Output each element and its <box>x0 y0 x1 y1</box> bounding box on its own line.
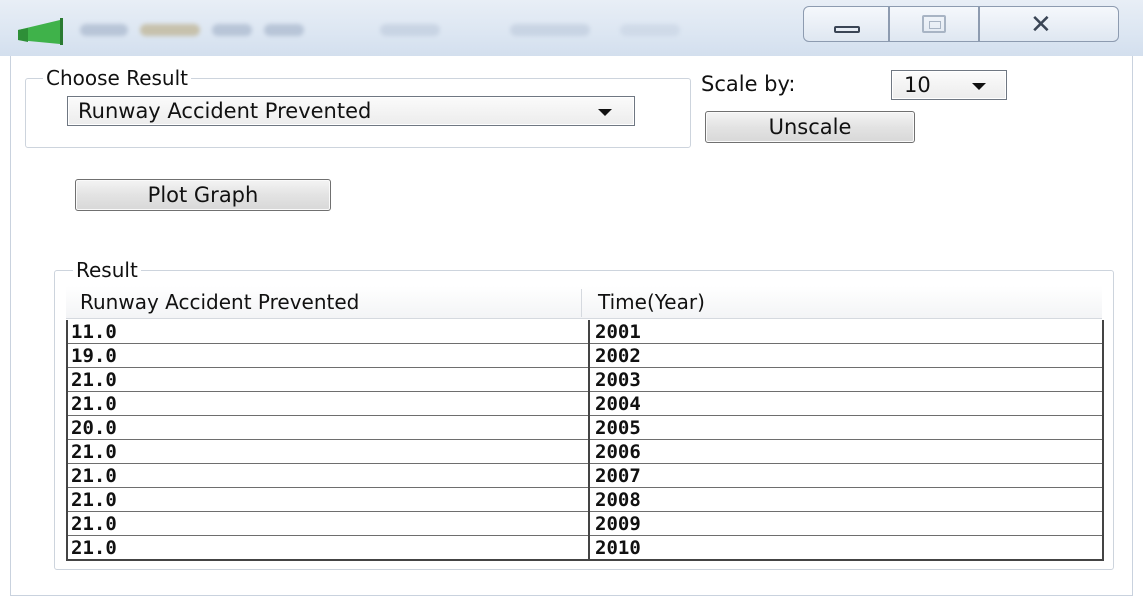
plot-graph-button[interactable]: Plot Graph <box>75 179 331 211</box>
cell-year: 2004 <box>595 393 641 415</box>
cell-accidents: 21.0 <box>71 393 117 415</box>
maximize-icon <box>922 15 946 33</box>
table-row[interactable]: 21.0 2003 <box>68 368 1102 392</box>
table-row[interactable]: 21.0 2008 <box>68 488 1102 512</box>
close-button[interactable]: ✕ <box>979 6 1119 42</box>
result-select-value: Runway Accident Prevented <box>78 99 372 123</box>
cell-year: 2003 <box>595 369 641 391</box>
table-row[interactable]: 21.0 2010 <box>68 536 1102 560</box>
cell-year: 2009 <box>595 513 641 535</box>
table-row[interactable]: 11.0 2001 <box>68 320 1102 344</box>
column-header-time[interactable]: Time(Year) <box>584 286 705 319</box>
cell-year: 2008 <box>595 489 641 511</box>
scale-select-value: 10 <box>904 73 931 97</box>
chevron-down-icon <box>598 109 612 116</box>
title-bar[interactable]: ✕ <box>0 0 1143 56</box>
table-row[interactable]: 21.0 2006 <box>68 440 1102 464</box>
cell-accidents: 20.0 <box>71 417 117 439</box>
table-row[interactable]: 21.0 2009 <box>68 512 1102 536</box>
cell-year: 2006 <box>595 441 641 463</box>
unscale-button[interactable]: Unscale <box>705 111 915 143</box>
minimize-icon <box>834 26 860 33</box>
green-flag-icon <box>18 18 63 45</box>
result-title: Result <box>73 258 141 282</box>
client-area: Choose Result Runway Accident Prevented … <box>10 56 1133 596</box>
cell-accidents: 21.0 <box>71 537 117 559</box>
cell-accidents: 21.0 <box>71 465 117 487</box>
table-header: Runway Accident Prevented Time(Year) <box>66 286 1102 319</box>
chevron-down-icon <box>972 83 986 90</box>
scale-select[interactable]: 10 <box>891 70 1007 100</box>
column-divider-line <box>588 320 590 561</box>
window-title-blurred <box>80 20 700 40</box>
scale-by-label: Scale by: <box>701 72 796 96</box>
cell-accidents: 21.0 <box>71 369 117 391</box>
cell-year: 2005 <box>595 417 641 439</box>
cell-year: 2001 <box>595 321 641 343</box>
cell-accidents: 19.0 <box>71 345 117 367</box>
column-header-accidents[interactable]: Runway Accident Prevented <box>66 286 359 319</box>
cell-year: 2010 <box>595 537 641 559</box>
minimize-button[interactable] <box>803 6 889 42</box>
cell-year: 2002 <box>595 345 641 367</box>
table-row[interactable]: 20.0 2005 <box>68 416 1102 440</box>
cell-accidents: 11.0 <box>71 321 117 343</box>
choose-result-title: Choose Result <box>43 66 191 90</box>
table-row[interactable]: 21.0 2004 <box>68 392 1102 416</box>
result-table: Runway Accident Prevented Time(Year) 11.… <box>66 282 1111 564</box>
table-body: 11.0 2001 19.0 2002 21.0 2003 21.0 2004 … <box>66 320 1104 561</box>
result-select[interactable]: Runway Accident Prevented <box>67 96 635 126</box>
table-row[interactable]: 19.0 2002 <box>68 344 1102 368</box>
table-row[interactable]: 21.0 2007 <box>68 464 1102 488</box>
close-icon: ✕ <box>1030 10 1052 40</box>
cell-accidents: 21.0 <box>71 441 117 463</box>
app-window: ✕ Choose Result Runway Accident Prevente… <box>0 0 1143 602</box>
cell-accidents: 21.0 <box>71 513 117 535</box>
maximize-button[interactable] <box>889 6 979 42</box>
cell-accidents: 21.0 <box>71 489 117 511</box>
cell-year: 2007 <box>595 465 641 487</box>
column-divider[interactable] <box>581 289 582 317</box>
